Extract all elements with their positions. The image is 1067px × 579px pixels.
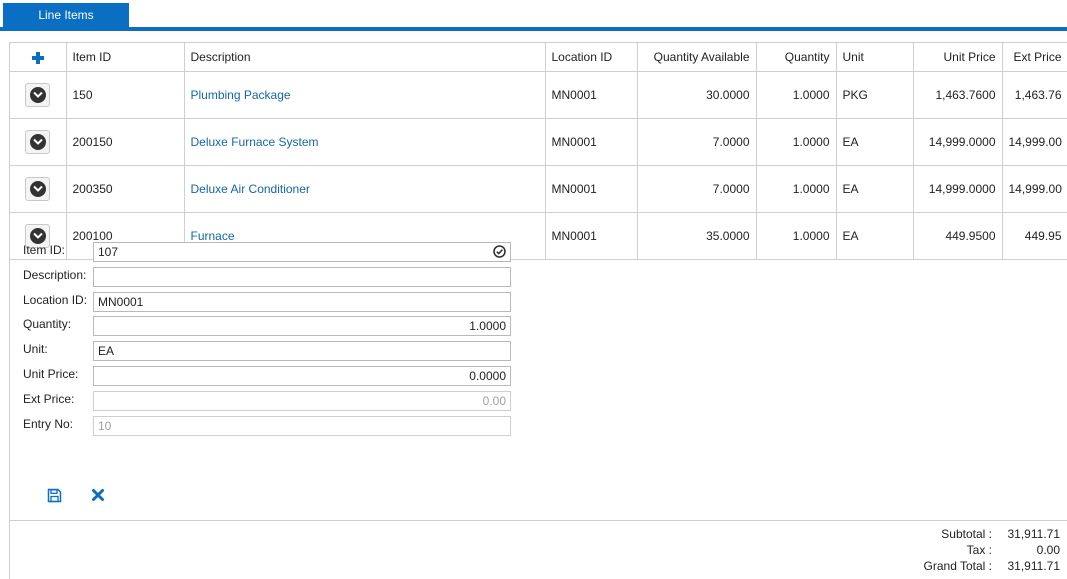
cell-item-id: 150	[66, 71, 185, 119]
tax-label: Tax :	[966, 543, 992, 557]
unit-price-field[interactable]: 0.0000	[93, 365, 511, 386]
cell-ext-price: 14,999.00	[1002, 165, 1067, 213]
cell-quantity-available: 7.0000	[637, 118, 757, 166]
cell-quantity: 1.0000	[756, 212, 837, 260]
cell-description-link[interactable]: Plumbing Package	[184, 71, 546, 119]
quantity-label: Quantity:	[23, 317, 72, 332]
table-row: 200150 Deluxe Furnace System MN0001 7.00…	[10, 118, 1067, 166]
chevron-down-icon	[30, 133, 47, 150]
location-id-field[interactable]: MN0001	[93, 291, 511, 312]
ext-price-label: Ext Price:	[23, 391, 75, 406]
cell-unit-price: 14,999.0000	[913, 118, 1003, 166]
cell-quantity: 1.0000	[756, 71, 837, 119]
tab-bar: Line Items	[0, 0, 1067, 31]
cell-ext-price: 449.95	[1002, 212, 1067, 260]
table-row: 200350 Deluxe Air Conditioner MN0001 7.0…	[10, 165, 1067, 213]
grid-header-row: Item ID Description Location ID Quantity…	[10, 43, 1067, 72]
subtotal-label: Subtotal :	[941, 527, 992, 541]
column-header-ext-price[interactable]: Ext Price	[1002, 43, 1067, 72]
line-item-edit-form: Item ID: 107 Description: Location ID: M…	[23, 240, 523, 438]
chevron-down-icon	[30, 180, 47, 197]
cell-quantity: 1.0000	[756, 118, 837, 166]
cell-ext-price: 1,463.76	[1002, 71, 1067, 119]
row-expand-button[interactable]	[25, 129, 51, 154]
column-header-quantity-available[interactable]: Quantity Available	[637, 43, 757, 72]
cell-description-link[interactable]: Deluxe Furnace System	[184, 118, 546, 166]
cell-location-id: MN0001	[545, 71, 638, 119]
add-row-button[interactable]	[10, 43, 67, 72]
cell-unit: PKG	[836, 71, 914, 119]
description-field[interactable]	[93, 266, 511, 287]
totals-summary: Subtotal : 31,911.71 Tax : 0.00 Grand To…	[760, 527, 1060, 575]
tax-value: 0.00	[1036, 543, 1060, 557]
row-expand-button[interactable]	[25, 82, 51, 107]
ext-price-field: 0.00	[93, 390, 511, 411]
cell-unit-price: 14,999.0000	[913, 165, 1003, 213]
cell-item-id: 200350	[66, 165, 185, 213]
location-id-label: Location ID:	[23, 292, 88, 307]
column-header-location-id[interactable]: Location ID	[545, 43, 638, 72]
cell-quantity: 1.0000	[756, 165, 837, 213]
cell-location-id: MN0001	[545, 212, 638, 260]
cell-unit-price: 1,463.7600	[913, 71, 1003, 119]
cell-ext-price: 14,999.00	[1002, 118, 1067, 166]
unit-label: Unit:	[23, 342, 48, 357]
cell-unit: EA	[836, 165, 914, 213]
column-header-item-id[interactable]: Item ID	[66, 43, 185, 72]
cell-unit-price: 449.9500	[913, 212, 1003, 260]
table-row: 150 Plumbing Package MN0001 30.0000 1.00…	[10, 71, 1067, 119]
cell-quantity-available: 7.0000	[637, 165, 757, 213]
check-circle-icon[interactable]	[493, 245, 506, 263]
column-header-quantity[interactable]: Quantity	[756, 43, 837, 72]
column-header-description[interactable]: Description	[184, 43, 546, 72]
unit-price-label: Unit Price:	[23, 366, 79, 381]
totals-divider	[9, 520, 1067, 521]
column-header-unit[interactable]: Unit	[836, 43, 914, 72]
cell-quantity-available: 35.0000	[637, 212, 757, 260]
cancel-button[interactable]	[91, 488, 109, 506]
close-icon	[92, 489, 104, 501]
save-button[interactable]	[47, 488, 65, 506]
save-icon	[47, 488, 62, 503]
plus-icon[interactable]	[31, 51, 44, 64]
tab-line-items[interactable]: Line Items	[3, 3, 129, 27]
cell-location-id: MN0001	[545, 118, 638, 166]
column-header-unit-price[interactable]: Unit Price	[913, 43, 1003, 72]
cell-description-link[interactable]: Deluxe Air Conditioner	[184, 165, 546, 213]
entry-no-field: 10	[93, 415, 511, 436]
item-id-field[interactable]: 107	[93, 242, 511, 262]
quantity-field[interactable]: 1.0000	[93, 316, 511, 337]
subtotal-value: 31,911.71	[1007, 527, 1061, 541]
cell-item-id: 200150	[66, 118, 185, 166]
unit-field[interactable]: EA	[93, 341, 511, 362]
cell-unit: EA	[836, 118, 914, 166]
entry-no-label: Entry No:	[23, 416, 74, 431]
item-id-value: 107	[98, 245, 119, 259]
line-items-grid: Item ID Description Location ID Quantity…	[10, 43, 1067, 260]
grand-total-label: Grand Total :	[923, 559, 992, 573]
cell-unit: EA	[836, 212, 914, 260]
description-label: Description:	[23, 267, 87, 282]
grand-total-value: 31,911.71	[1007, 559, 1061, 573]
item-id-label: Item ID:	[23, 243, 66, 257]
cell-quantity-available: 30.0000	[637, 71, 757, 119]
chevron-down-icon	[30, 86, 47, 103]
cell-location-id: MN0001	[545, 165, 638, 213]
row-expand-button[interactable]	[25, 176, 51, 201]
